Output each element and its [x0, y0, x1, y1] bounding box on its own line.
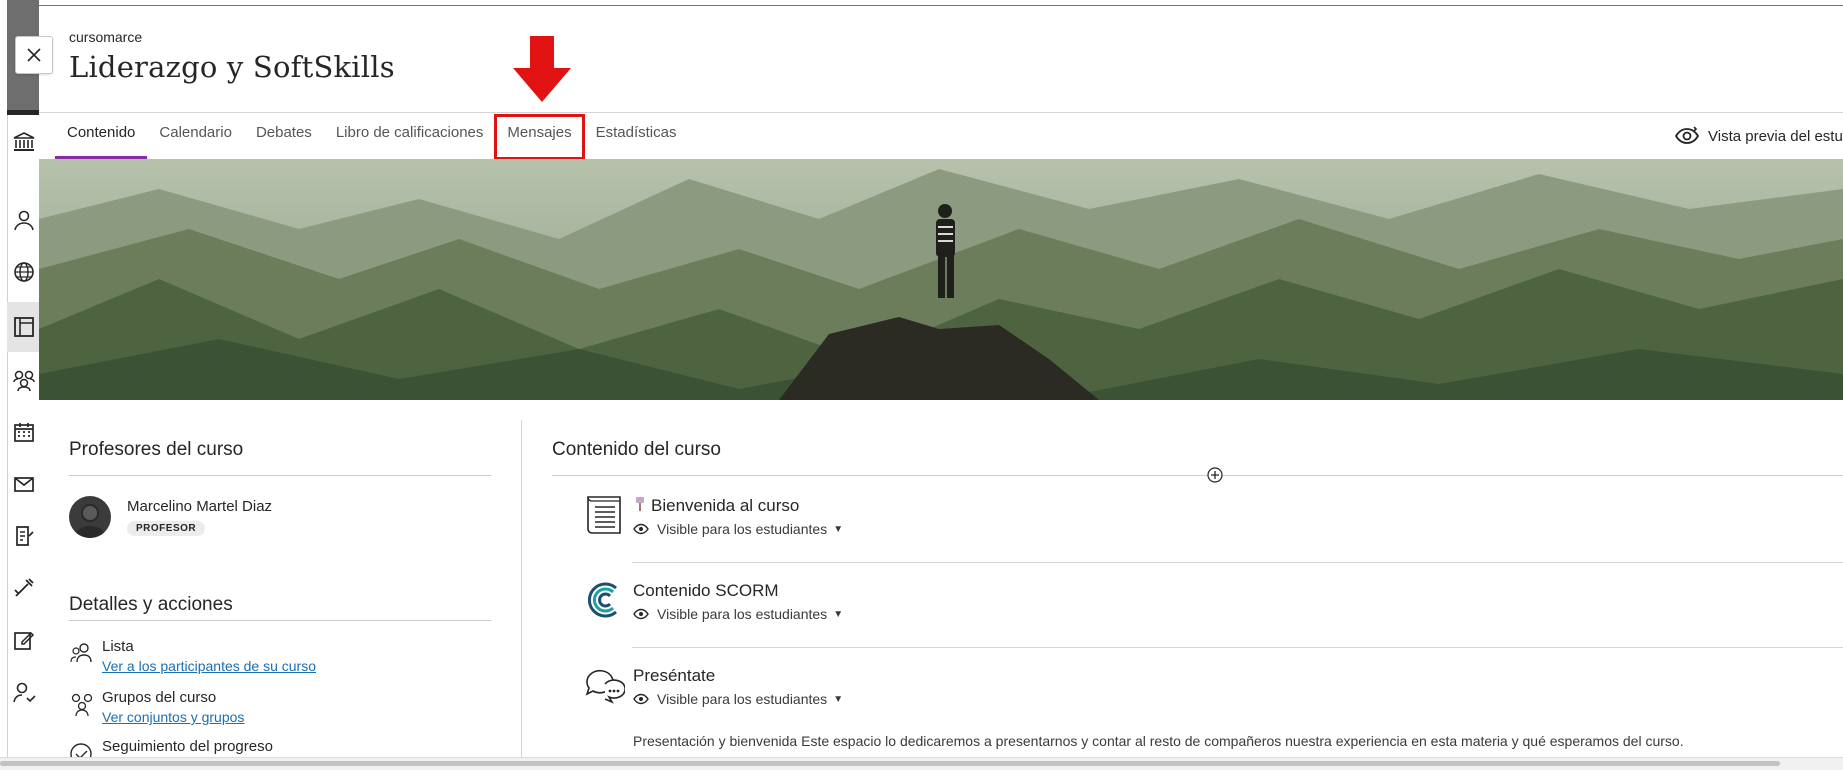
course-tabs: Contenido Calendario Debates Libro de ca… — [55, 114, 689, 160]
edit-icon[interactable] — [10, 626, 38, 654]
chevron-down-icon: ▼ — [833, 523, 844, 535]
eye-icon — [633, 693, 649, 705]
close-icon — [27, 48, 41, 62]
eye-icon — [633, 523, 649, 535]
discussion-icon — [585, 669, 625, 704]
teacher-name[interactable]: Marcelino Martel Diaz — [127, 498, 272, 515]
tab-estadisticas[interactable]: Estadísticas — [584, 115, 689, 159]
visibility-dropdown[interactable]: Visible para los estudiantes ▼ — [633, 521, 843, 537]
roster-icon — [70, 643, 92, 663]
tab-debates[interactable]: Debates — [244, 115, 324, 159]
tools-icon[interactable] — [10, 574, 38, 602]
chevron-down-icon: ▼ — [833, 693, 844, 705]
top-border — [0, 5, 1843, 6]
institution-icon[interactable] — [10, 128, 38, 156]
course-banner-image — [39, 159, 1843, 400]
page-title: Liderazgo y SoftSkills — [69, 50, 395, 84]
document-icon — [587, 496, 621, 534]
content-item-title[interactable]: Bienvenida al curso — [633, 496, 799, 517]
content-item-description: Presentación y bienvenida Este espacio l… — [633, 733, 1684, 749]
mail-icon[interactable] — [10, 470, 38, 498]
content-item-title[interactable]: Preséntate — [633, 666, 715, 686]
content-item-title[interactable]: Contenido SCORM — [633, 581, 779, 601]
detail-roster-link[interactable]: Ver a los participantes de su curso — [102, 658, 316, 674]
groups-icon[interactable] — [10, 366, 38, 394]
eye-icon — [633, 608, 649, 620]
teachers-title: Profesores del curso — [69, 439, 244, 460]
grades-icon[interactable] — [10, 522, 38, 550]
org-name: cursomarce — [69, 29, 143, 45]
tab-mensajes[interactable]: Mensajes — [494, 114, 585, 160]
tab-libro-de-calificaciones[interactable]: Libro de calificaciones — [324, 115, 496, 159]
red-arrow-annotation — [513, 36, 571, 102]
horizontal-scrollbar[interactable] — [0, 757, 1843, 770]
courses-icon[interactable] — [10, 313, 38, 341]
chevron-down-icon: ▼ — [833, 608, 844, 620]
details-title: Detalles y acciones — [69, 594, 233, 615]
detail-groups-link[interactable]: Ver conjuntos y grupos — [102, 709, 244, 725]
add-content-icon[interactable] — [1207, 467, 1223, 483]
tab-calendario[interactable]: Calendario — [147, 115, 244, 159]
scorm-icon — [587, 582, 617, 618]
close-button[interactable] — [15, 36, 53, 74]
visibility-dropdown[interactable]: Visible para los estudiantes ▼ — [633, 606, 843, 622]
profile-icon[interactable] — [10, 678, 38, 706]
scrollbar-thumb[interactable] — [0, 761, 1780, 766]
visibility-dropdown[interactable]: Visible para los estudiantes ▼ — [633, 691, 843, 707]
content-title: Contenido del curso — [552, 439, 721, 460]
eye-refresh-icon — [1674, 126, 1700, 144]
student-preview-label: Vista previa del estu — [1708, 127, 1843, 145]
role-badge: PROFESOR — [127, 521, 206, 536]
tab-contenido[interactable]: Contenido — [55, 115, 148, 159]
user-icon[interactable] — [10, 206, 38, 234]
globe-icon[interactable] — [10, 258, 38, 286]
course-groups-icon — [71, 693, 93, 717]
student-preview-button[interactable]: Vista previa del estu — [1674, 125, 1843, 147]
detail-groups-label: Grupos del curso — [102, 689, 217, 706]
detail-roster-label: Lista — [102, 638, 134, 655]
detail-progress-label[interactable]: Seguimiento del progreso — [102, 738, 273, 755]
avatar[interactable] — [69, 496, 111, 538]
calendar-icon[interactable] — [10, 418, 38, 446]
pin-emoji-icon — [633, 496, 647, 517]
left-nav-rail — [0, 0, 40, 760]
